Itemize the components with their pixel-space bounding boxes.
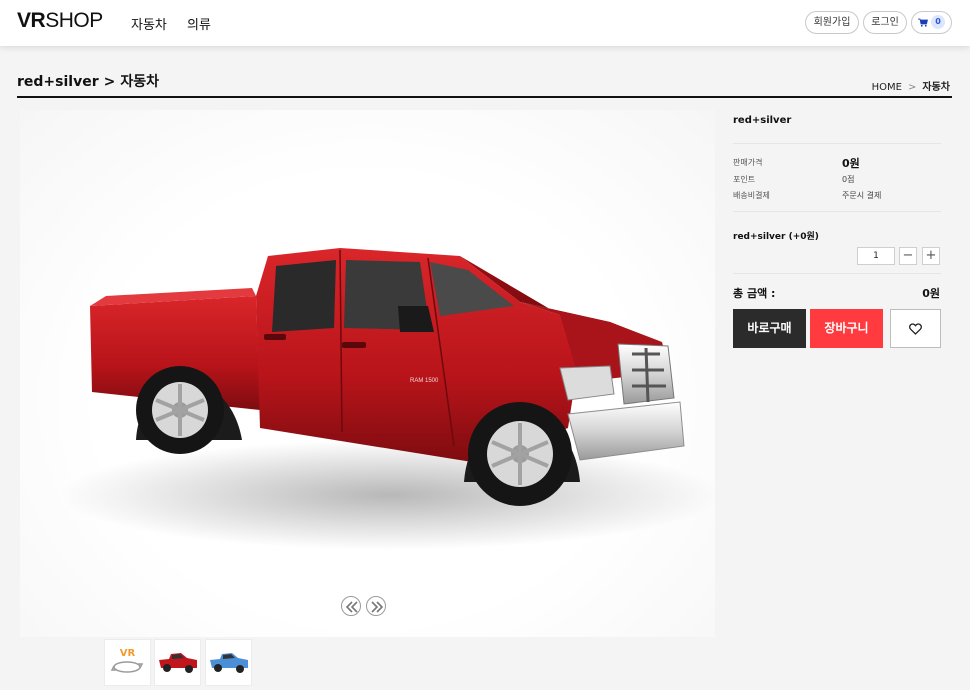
product-name: red+silver [733,115,792,126]
cart-icon [918,18,928,27]
points-value: 0점 [842,175,855,184]
breadcrumb-current[interactable]: 자동차 [922,82,950,93]
divider [733,273,941,274]
blue-truck-thumbnail-image [210,653,248,673]
quantity-increase-button[interactable]: + [922,247,940,265]
cart-count-badge: 0 [931,15,945,29]
shipping-value: 주문시 결제 [842,191,882,200]
divider [733,211,941,212]
total-value: 0원 [922,287,940,300]
thumbnail-red-truck[interactable] [154,639,201,686]
svg-text:RAM 1500: RAM 1500 [410,378,439,384]
rotate-360-icon [110,661,144,673]
red-truck-thumbnail-image [159,653,197,673]
price-label: 판매가격 [733,158,763,167]
price-value: 0원 [842,157,860,170]
points-label: 포인트 [733,175,756,184]
image-nav-arrows [341,596,391,618]
title-divider [17,96,952,98]
product-image-viewer[interactable]: RAM 1500 [20,110,715,637]
cart-button[interactable]: 0 [911,11,952,34]
heart-icon [909,323,922,335]
next-image-button[interactable] [366,596,386,616]
main-nav: 자동차 의류 [131,14,227,33]
red-pickup-truck-image: RAM 1500 [60,248,715,550]
double-chevron-right-icon [371,601,384,613]
thumbnail-blue-truck[interactable] [205,639,252,686]
quantity-decrease-button[interactable]: − [899,247,917,265]
double-chevron-left-icon [345,601,358,613]
signup-button[interactable]: 회원가입 [805,11,859,34]
total-label: 총 금액 : [733,287,776,300]
page-title: red+silver > 자동차 [17,74,159,90]
prev-image-button[interactable] [341,596,361,616]
top-navbar: VRSHOP 자동차 의류 회원가입 로그인 0 [0,0,970,46]
thumbnail-vr[interactable]: VR [104,639,151,686]
shipping-label: 배송비결제 [733,191,770,200]
selected-option-name: red+silver (+0원) [733,232,819,242]
divider [733,143,941,144]
nav-item-clothing[interactable]: 의류 [187,18,211,33]
buy-now-button[interactable]: 바로구매 [733,309,806,348]
site-logo[interactable]: VRSHOP [17,9,103,33]
breadcrumb: HOME > 자동차 [871,82,950,93]
login-button[interactable]: 로그인 [863,11,907,34]
breadcrumb-home[interactable]: HOME [872,82,902,93]
vr-label: VR [119,648,136,659]
quantity-input[interactable]: 1 [857,247,895,265]
nav-item-cars[interactable]: 자동차 [131,18,167,33]
add-to-cart-button[interactable]: 장바구니 [810,309,883,348]
wishlist-button[interactable] [890,309,941,348]
